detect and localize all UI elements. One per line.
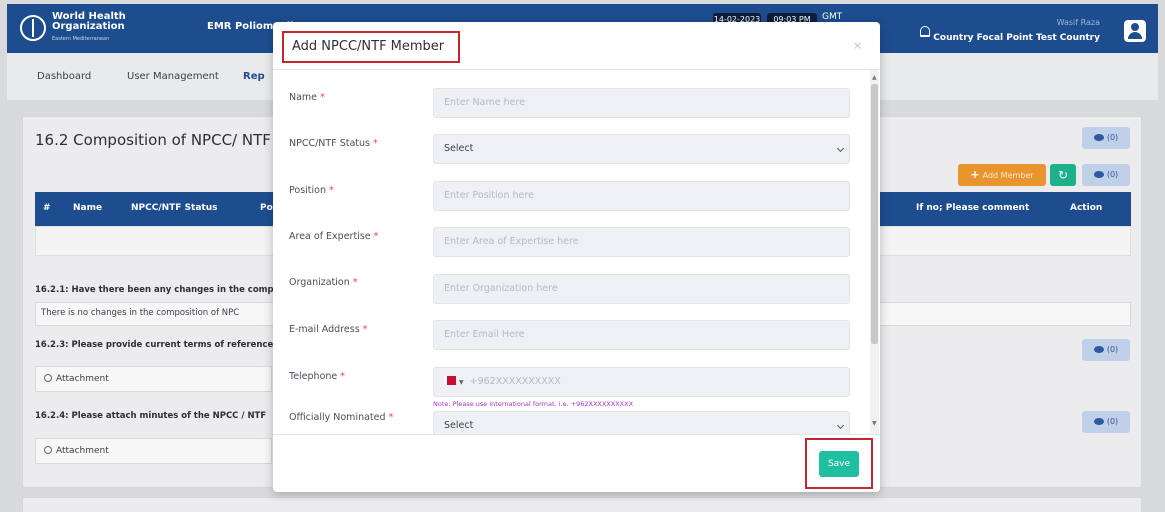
telephone-input[interactable]: ▼ +962XXXXXXXXXX bbox=[433, 367, 850, 397]
modal-footer: Save bbox=[273, 434, 880, 492]
email-label: E-mail Address * bbox=[289, 324, 368, 335]
col-comment: If no; Please comment bbox=[916, 203, 1030, 213]
name-input[interactable]: Enter Name here bbox=[433, 88, 850, 118]
logo-line3: Eastern Mediterranean bbox=[52, 36, 110, 42]
logo-line2: Organization bbox=[52, 21, 125, 32]
comment-count: (0) bbox=[1106, 133, 1119, 142]
user-name: Wasif Raza bbox=[1056, 18, 1100, 27]
attachment-label: Attachment bbox=[56, 374, 109, 384]
add-member-modal: Add NPCC/NTF Member × Name * Enter Name … bbox=[273, 22, 880, 492]
modal-title: Add NPCC/NTF Member bbox=[282, 31, 460, 63]
add-member-label: Add Member bbox=[982, 171, 1034, 180]
telephone-placeholder: +962XXXXXXXXXX bbox=[469, 376, 561, 387]
who-emblem-icon bbox=[20, 15, 46, 41]
radio-icon bbox=[44, 374, 52, 382]
refresh-icon: ↻ bbox=[1057, 168, 1069, 182]
plus-icon: + bbox=[970, 168, 980, 181]
col-name: Name bbox=[73, 203, 103, 213]
attachment-field[interactable]: Attachment bbox=[35, 438, 272, 464]
refresh-button[interactable]: ↻ bbox=[1050, 164, 1076, 186]
attachment-field[interactable]: Attachment bbox=[35, 366, 272, 392]
comment-count: (0) bbox=[1106, 170, 1119, 179]
col-action: Action bbox=[1070, 203, 1103, 213]
comment-icon bbox=[1093, 346, 1104, 353]
question-16-2-1: 16.2.1: Have there been any changes in t… bbox=[35, 285, 274, 295]
comment-button[interactable]: (0) bbox=[1082, 411, 1130, 433]
comment-icon bbox=[1093, 418, 1104, 425]
status-select-value: Select bbox=[444, 143, 474, 154]
name-label: Name * bbox=[289, 92, 325, 103]
user-avatar-icon[interactable] bbox=[1124, 20, 1146, 42]
scroll-down-icon[interactable]: ▼ bbox=[872, 420, 877, 427]
nav-user-management[interactable]: User Management bbox=[127, 71, 219, 82]
comment-count: (0) bbox=[1106, 345, 1119, 354]
expertise-label: Area of Expertise * bbox=[289, 231, 379, 242]
position-input[interactable]: Enter Position here bbox=[433, 181, 850, 211]
question-16-2-4: 16.2.4: Please attach minutes of the NPC… bbox=[35, 411, 267, 421]
close-icon[interactable]: × bbox=[853, 39, 862, 52]
comment-button[interactable]: (0) bbox=[1082, 127, 1130, 149]
phone-format-note: Note: Please use international format. i… bbox=[433, 400, 634, 408]
table-comment-button[interactable]: (0) bbox=[1082, 164, 1130, 186]
comment-count: (0) bbox=[1106, 417, 1119, 426]
scroll-up-icon[interactable]: ▲ bbox=[872, 74, 877, 81]
col-status: NPCC/NTF Status bbox=[131, 203, 218, 213]
organization-input[interactable]: Enter Organization here bbox=[433, 274, 850, 304]
chevron-down-icon bbox=[836, 144, 845, 153]
modal-scrollbar[interactable]: ▲ ▼ bbox=[870, 70, 879, 434]
modal-header: Add NPCC/NTF Member × bbox=[273, 22, 880, 70]
comment-icon bbox=[1093, 171, 1104, 178]
caret-down-icon: ▼ bbox=[459, 379, 464, 386]
save-button[interactable]: Save bbox=[819, 451, 859, 477]
next-section-card bbox=[22, 497, 1142, 512]
timezone-label: GMT bbox=[822, 12, 843, 22]
nominated-select[interactable]: Select bbox=[433, 411, 850, 434]
col-position: Po bbox=[260, 203, 273, 213]
telephone-label: Telephone * bbox=[289, 371, 346, 382]
section-title: 16.2 Composition of NPCC/ NTF f bbox=[35, 131, 281, 149]
save-highlight: Save bbox=[805, 438, 873, 489]
comment-button[interactable]: (0) bbox=[1082, 339, 1130, 361]
organization-label: Organization * bbox=[289, 277, 358, 288]
position-label: Position * bbox=[289, 185, 334, 196]
jordan-flag-icon[interactable] bbox=[444, 376, 456, 385]
comment-icon bbox=[1093, 134, 1104, 141]
scroll-thumb[interactable] bbox=[871, 84, 878, 344]
nominated-label: Officially Nominated * bbox=[289, 412, 394, 423]
nav-reports[interactable]: Rep bbox=[243, 71, 265, 82]
nav-dashboard[interactable]: Dashboard bbox=[37, 71, 91, 82]
radio-icon bbox=[44, 446, 52, 454]
add-member-button[interactable]: + Add Member bbox=[958, 164, 1046, 186]
col-num: # bbox=[43, 203, 51, 213]
chevron-down-icon bbox=[836, 421, 845, 430]
status-select[interactable]: Select bbox=[433, 134, 850, 164]
user-role: Country Focal Point Test Country bbox=[933, 33, 1100, 43]
question-16-2-3: 16.2.3: Please provide current terms of … bbox=[35, 340, 274, 350]
modal-body: Name * Enter Name here NPCC/NTF Status *… bbox=[273, 70, 880, 434]
notification-bell-icon[interactable] bbox=[920, 26, 930, 37]
nominated-select-value: Select bbox=[444, 420, 474, 431]
expertise-input[interactable]: Enter Area of Expertise here bbox=[433, 227, 850, 257]
status-label: NPCC/NTF Status * bbox=[289, 138, 378, 149]
who-logo[interactable]: World Health Organization Eastern Medite… bbox=[20, 12, 126, 44]
attachment-label: Attachment bbox=[56, 446, 109, 456]
email-input[interactable]: Enter Email Here bbox=[433, 320, 850, 350]
